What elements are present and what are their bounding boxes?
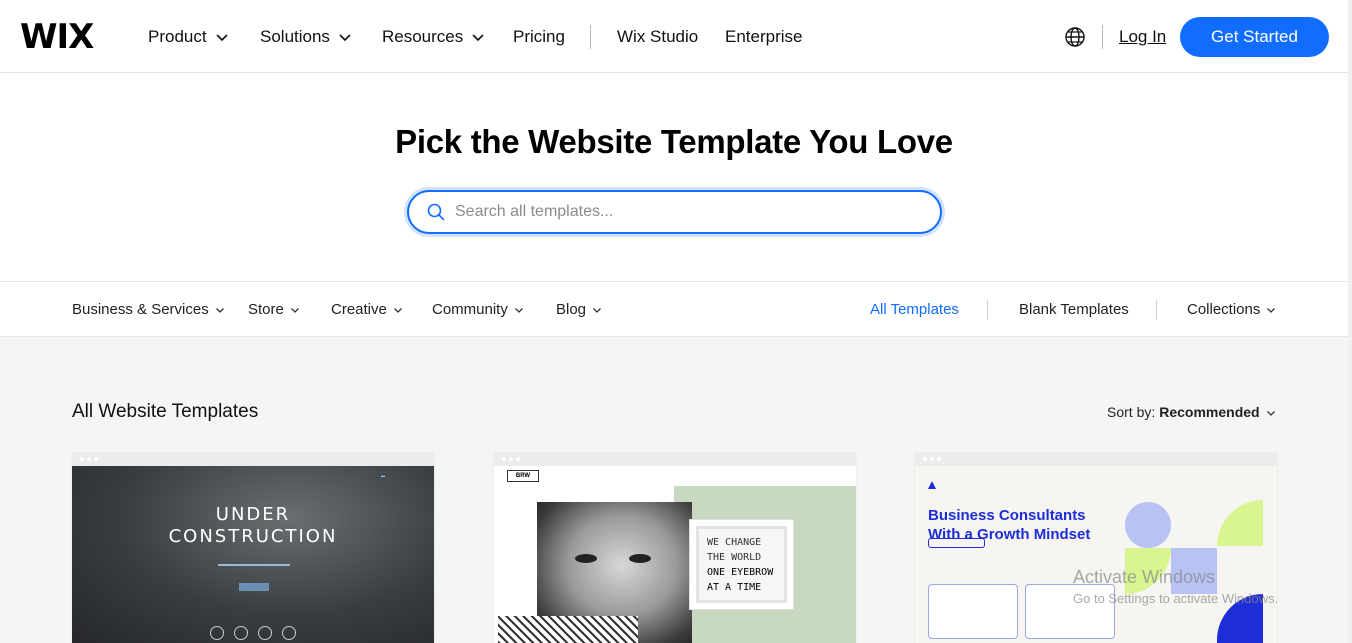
nav-solutions-label: Solutions [260, 27, 330, 46]
thumbnail-button [239, 583, 269, 591]
tab-label: Blank Templates [1019, 301, 1129, 318]
activate-windows-watermark: Activate Windows [1073, 567, 1216, 587]
globe-icon[interactable] [1064, 26, 1086, 48]
category-label: Creative [331, 301, 387, 318]
facebook-icon [210, 626, 224, 640]
browser-frame-bar [494, 452, 856, 466]
activate-windows-hint: Go to Settings to activate Windows. [1073, 591, 1279, 606]
thumbnail-logo: BRW [507, 470, 539, 482]
thumbnail-logo-icon [928, 481, 936, 489]
thumbnail-shape [1217, 500, 1263, 546]
nav-enterprise[interactable]: Enterprise [725, 27, 802, 47]
nav-resources[interactable]: Resources [382, 27, 485, 47]
nav-divider [1102, 25, 1103, 49]
sort-prefix: Sort by: [1107, 404, 1156, 420]
nav-solutions[interactable]: Solutions [260, 27, 352, 47]
page-scrollbar[interactable] [1348, 0, 1352, 643]
category-community[interactable]: Community [432, 301, 524, 319]
get-started-button[interactable]: Get Started [1180, 17, 1329, 57]
nav-wix-studio-label: Wix Studio [617, 27, 699, 46]
template-search-box[interactable] [407, 190, 942, 234]
thumbnail-progress-bar [218, 564, 290, 566]
sort-value: Recommended [1159, 404, 1260, 420]
tab-blank-templates[interactable]: Blank Templates [1019, 301, 1129, 319]
chevron-down-icon [514, 308, 523, 313]
top-navigation: WIX Product Solutions Resources Pricing … [0, 0, 1352, 73]
search-icon [427, 203, 445, 221]
nav-product[interactable]: Product [148, 27, 229, 47]
thumbnail-info-card [928, 584, 1018, 639]
category-business-services[interactable]: Business & Services [72, 301, 225, 319]
chevron-down-icon [339, 34, 351, 42]
thumbnail-text-card: WE CHANGE THE WORLD ONE EYEBROW AT A TIM… [689, 519, 794, 610]
template-card-business-consultants[interactable]: Business Consultants With a Growth Minds… [915, 452, 1277, 643]
nav-enterprise-label: Enterprise [725, 27, 803, 46]
thumbnail-heading-line2: CONSTRUCTION [168, 526, 338, 547]
linkedin-icon [234, 626, 248, 640]
thumbnail-text-line: AT A TIME [707, 582, 762, 593]
template-thumbnail[interactable]: Business Consultants With a Growth Minds… [915, 466, 1277, 643]
thumbnail-nav: ▬ [381, 473, 385, 478]
chevron-down-icon [593, 308, 601, 313]
chevron-down-icon [393, 308, 402, 313]
chevron-down-icon [1266, 410, 1275, 416]
nav-product-label: Product [148, 27, 207, 46]
wix-logo[interactable]: WIX [20, 18, 94, 56]
chevron-down-icon [290, 308, 299, 313]
template-card-brw[interactable]: BRW WE CHANGE THE WORLD ONE EYEBROW AT A… [494, 452, 856, 643]
template-card-under-construction[interactable]: ▬ UNDER CONSTRUCTION [72, 452, 434, 643]
category-label: Store [248, 301, 284, 318]
browser-frame-bar [72, 452, 434, 466]
thumbnail-headline-line1: Business Consultants [928, 507, 1086, 524]
tab-collections[interactable]: Collections [1187, 301, 1276, 319]
hero-section: Pick the Website Template You Love [0, 73, 1352, 281]
thumbnail-text-line: THE WORLD [707, 552, 762, 563]
login-link[interactable]: Log In [1119, 27, 1166, 47]
page-title: Pick the Website Template You Love [395, 123, 953, 160]
thumbnail-shape [1125, 502, 1171, 548]
thumbnail-text-line: WE CHANGE [707, 537, 762, 548]
thumbnail-text-line: ONE EYEBROW [707, 567, 774, 578]
category-bar: Business & Services Store Creative Commu… [0, 281, 1352, 337]
nav-pricing-label: Pricing [513, 27, 565, 46]
instagram-icon [258, 626, 272, 640]
category-label: Blog [556, 301, 587, 318]
section-title: All Website Templates [72, 401, 259, 422]
browser-frame-bar [915, 452, 1277, 466]
template-thumbnail[interactable]: BRW WE CHANGE THE WORLD ONE EYEBROW AT A… [494, 466, 856, 643]
category-blog[interactable]: Blog [556, 301, 602, 319]
category-label: Community [432, 301, 508, 318]
thumbnail-heading-line1: UNDER [215, 504, 291, 525]
tab-label: All Templates [870, 301, 959, 318]
sort-dropdown[interactable]: Sort by: Recommended [1107, 404, 1276, 421]
nav-resources-label: Resources [382, 27, 464, 46]
twitter-icon [282, 626, 296, 640]
chevron-down-icon [216, 34, 228, 42]
nav-pricing[interactable]: Pricing [513, 27, 565, 47]
chevron-down-icon [472, 34, 484, 42]
chevron-down-icon [215, 308, 224, 313]
category-divider [987, 300, 988, 320]
category-label: Business & Services [72, 301, 209, 318]
category-divider [1156, 300, 1157, 320]
template-thumbnail[interactable]: ▬ UNDER CONSTRUCTION [72, 466, 434, 643]
thumbnail-cta [928, 538, 985, 548]
chevron-down-icon [1267, 308, 1276, 313]
tab-label: Collections [1187, 301, 1261, 318]
nav-divider [590, 25, 591, 49]
tab-all-templates[interactable]: All Templates [870, 301, 959, 319]
category-creative[interactable]: Creative [331, 301, 403, 319]
nav-wix-studio[interactable]: Wix Studio [617, 27, 698, 47]
thumbnail-hatch-pattern [498, 616, 638, 643]
search-input[interactable] [455, 203, 915, 221]
category-store[interactable]: Store [248, 301, 300, 319]
